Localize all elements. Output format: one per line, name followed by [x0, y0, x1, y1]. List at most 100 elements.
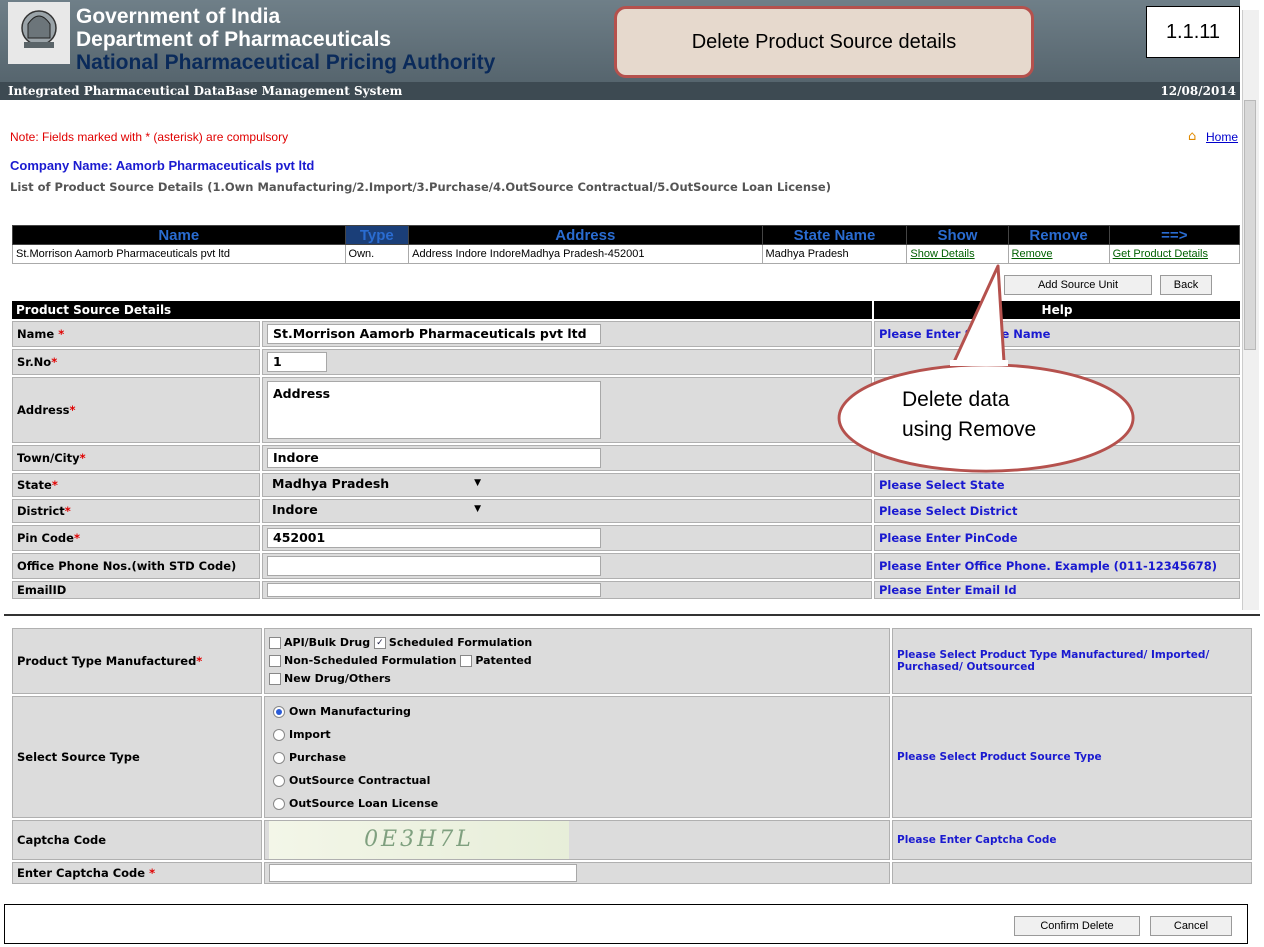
email-label: EmailID — [12, 581, 260, 599]
table-row: St.Morrison Aamorb Pharmaceuticals pvt l… — [12, 244, 1241, 264]
outsource-contractual-radio[interactable] — [273, 774, 285, 787]
api-checkbox[interactable] — [269, 637, 281, 649]
district-cell: Indore ▼ — [262, 499, 872, 523]
phone-cell — [262, 553, 872, 579]
source-list-table: Name Type Address State Name Show Remove… — [12, 225, 1241, 264]
nonscheduled-checkbox[interactable] — [269, 655, 281, 667]
get-product-details-link[interactable]: Get Product Details — [1113, 248, 1208, 260]
phone-label: Office Phone Nos.(with STD Code) — [12, 553, 260, 579]
state-row: State* Madhya Pradesh ▼ Please Select Sta… — [12, 473, 1240, 497]
pin-label: Pin Code* — [12, 525, 260, 551]
captcha-entry-input[interactable] — [269, 864, 577, 882]
email-row: EmailID Please Enter Email Id — [12, 581, 1240, 599]
cell-get: Get Product Details — [1108, 244, 1241, 264]
district-select[interactable]: Indore ▼ — [267, 501, 487, 521]
product-type-form: Product Type Manufactured* API/Bulk Drug… — [10, 626, 1254, 886]
state-cell: Madhya Pradesh ▼ — [262, 473, 872, 497]
chevron-down-icon: ▼ — [474, 478, 481, 488]
callout-pointer — [950, 264, 1008, 366]
newdrug-checkbox[interactable] — [269, 673, 281, 685]
captcha-entry-label-text: Enter Captcha Code — [17, 866, 146, 880]
district-row: District* Indore ▼ Please Select District — [12, 499, 1240, 523]
own-manufacturing-radio[interactable] — [273, 705, 285, 718]
outsource-contractual-label: OutSource Contractual — [289, 773, 431, 787]
address-label-text: Address — [17, 403, 70, 417]
outsource-loan-radio[interactable] — [273, 797, 285, 810]
back-button[interactable]: Back — [1160, 275, 1212, 295]
captcha-entry-cell — [264, 862, 890, 884]
srno-cell: 1 — [262, 349, 872, 375]
name-input[interactable]: St.Morrison Aamorb Pharmaceuticals pvt l… — [267, 324, 601, 344]
section-divider — [4, 614, 1260, 616]
callout-title-text: Delete Product Source details — [691, 30, 957, 53]
required-mark: * — [51, 355, 58, 369]
srno-input[interactable]: 1 — [267, 352, 327, 372]
scheduled-checkbox[interactable]: ✓ — [373, 637, 386, 649]
scrollbar-thumb[interactable] — [1244, 100, 1256, 350]
address-textarea[interactable]: Address — [267, 381, 601, 439]
district-label: District* — [12, 499, 260, 523]
patented-label: Patented — [475, 654, 532, 667]
captcha-cell: 0E3H7L — [264, 820, 890, 860]
phone-row: Office Phone Nos.(with STD Code) Please … — [12, 553, 1240, 579]
gov-title: Government of India — [76, 5, 281, 28]
cancel-button[interactable]: Cancel — [1150, 916, 1232, 936]
pin-row: Pin Code* 452001 Please Enter PinCode — [12, 525, 1240, 551]
show-details-link[interactable]: Show Details — [910, 248, 974, 260]
confirm-delete-button[interactable]: Confirm Delete — [1014, 916, 1140, 936]
address-cell: Address — [262, 377, 872, 443]
cell-name: St.Morrison Aamorb Pharmaceuticals pvt l… — [12, 244, 346, 264]
email-input[interactable] — [267, 583, 601, 598]
list-title: List of Product Source Details (1.Own Ma… — [10, 180, 831, 194]
form-header-row: Product Source Details Help — [12, 301, 1240, 319]
outsource-loan-label: OutSource Loan License — [289, 796, 439, 810]
import-radio[interactable] — [273, 728, 285, 741]
required-mark: * — [79, 451, 86, 465]
home-link[interactable]: Home — [1206, 130, 1238, 144]
required-mark: * — [69, 403, 76, 417]
version-box: 1.1.11 — [1146, 6, 1240, 58]
col-state: State Name — [761, 225, 908, 245]
name-row: Name * St.Morrison Aamorb Pharmaceutical… — [12, 321, 1240, 347]
patented-checkbox[interactable] — [460, 655, 473, 667]
pin-help: Please Enter PinCode — [874, 525, 1240, 551]
captcha-entry-label: Enter Captcha Code * — [12, 862, 262, 884]
captcha-image: 0E3H7L — [269, 821, 569, 859]
phone-input[interactable] — [267, 556, 601, 576]
state-label: State* — [12, 473, 260, 497]
purchase-radio[interactable] — [273, 751, 285, 764]
col-type: Type — [344, 225, 410, 245]
state-help: Please Select State — [874, 473, 1240, 497]
district-select-value: Indore — [272, 502, 318, 517]
ptype-label-text: Product Type Manufactured — [17, 654, 197, 668]
cell-type: Own. — [344, 244, 410, 264]
pin-label-text: Pin Code — [17, 531, 74, 545]
district-label-text: District — [17, 504, 65, 518]
add-source-unit-button[interactable]: Add Source Unit — [1004, 275, 1152, 295]
cell-state: Madhya Pradesh — [761, 244, 908, 264]
town-input[interactable]: Indore — [267, 448, 601, 468]
stype-options: Own Manufacturing Import Purchase OutSou… — [264, 696, 890, 818]
cell-remove: Remove — [1007, 244, 1110, 264]
system-name: Integrated Pharmaceutical DataBase Manag… — [8, 84, 403, 98]
cell-address: Address Indore IndoreMadhya Pradesh-4520… — [408, 244, 763, 264]
state-select[interactable]: Madhya Pradesh ▼ — [267, 475, 487, 495]
required-mark: * — [58, 327, 65, 341]
name-cell: St.Morrison Aamorb Pharmaceuticals pvt l… — [262, 321, 872, 347]
captcha-row: Captcha Code 0E3H7L Please Enter Captcha… — [12, 820, 1252, 860]
chevron-down-icon: ▼ — [474, 504, 481, 514]
home-icon[interactable]: ⌂ — [1188, 129, 1196, 144]
bubble-text-line1: Delete data — [902, 388, 1010, 411]
compulsory-note: Note: Fields marked with * (asterisk) ar… — [10, 130, 289, 144]
callout-title: Delete Product Source details — [614, 6, 1034, 78]
pin-input[interactable]: 452001 — [267, 528, 601, 548]
required-mark: * — [149, 866, 156, 880]
required-mark: * — [64, 504, 71, 518]
phone-help: Please Enter Office Phone. Example (011-… — [874, 553, 1240, 579]
email-help: Please Enter Email Id — [874, 581, 1240, 599]
ptype-label: Product Type Manufactured* — [12, 628, 262, 694]
required-mark: * — [73, 531, 80, 545]
stype-label: Select Source Type — [12, 696, 262, 818]
district-help: Please Select District — [874, 499, 1240, 523]
remove-link[interactable]: Remove — [1012, 248, 1053, 260]
